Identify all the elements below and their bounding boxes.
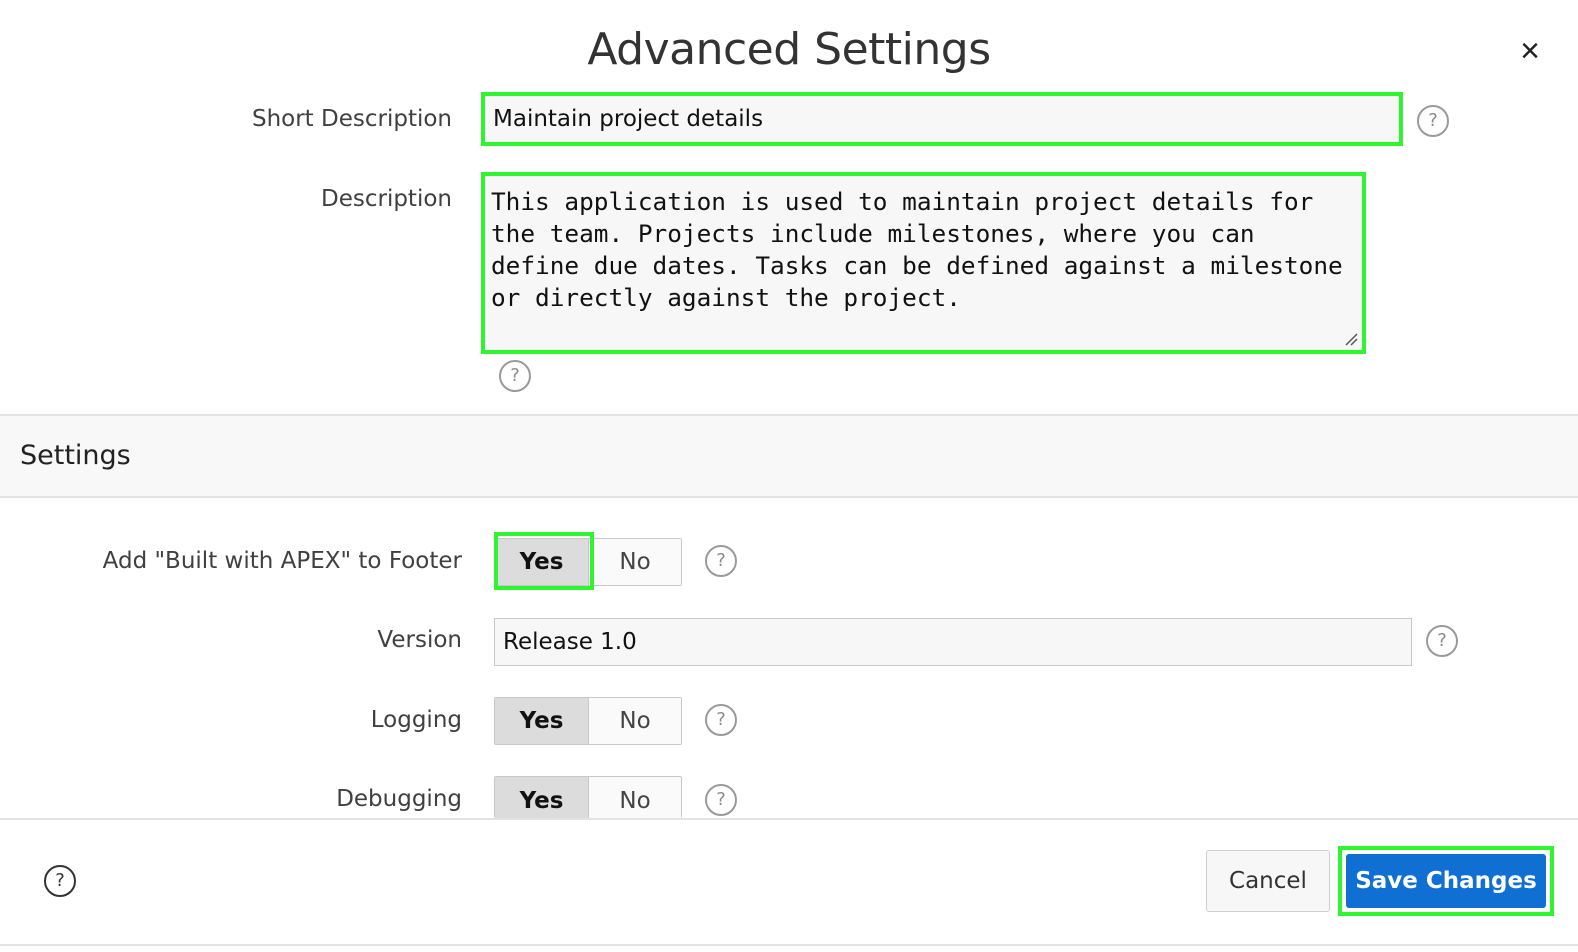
version-input[interactable] <box>494 618 1412 666</box>
logging-label: Logging <box>370 707 462 733</box>
version-label: Version <box>377 627 462 653</box>
built-with-apex-help-icon[interactable]: ? <box>705 545 737 577</box>
bottom-border <box>0 944 1578 946</box>
logging-toggle: Yes No <box>494 697 682 745</box>
description-textarea[interactable]: This application is used to maintain pro… <box>485 176 1362 350</box>
version-help-icon[interactable]: ? <box>1426 625 1458 657</box>
save-changes-button[interactable]: Save Changes <box>1346 854 1546 908</box>
footer-divider <box>0 818 1578 820</box>
built-with-apex-label: Add "Built with APEX" to Footer <box>102 548 462 574</box>
description-help-icon[interactable]: ? <box>499 360 531 392</box>
description-highlight: This application is used to maintain pro… <box>481 172 1366 354</box>
resize-grip-icon[interactable] <box>1344 332 1358 346</box>
debugging-yes-option[interactable]: Yes <box>495 777 589 818</box>
built-with-apex-no-option[interactable]: No <box>589 539 681 585</box>
advanced-settings-dialog: Advanced Settings × Short Description ? … <box>0 0 1578 952</box>
debugging-toggle: Yes No <box>494 776 682 818</box>
debugging-label: Debugging <box>336 786 462 812</box>
cancel-button[interactable]: Cancel <box>1206 850 1330 912</box>
short-description-help-icon[interactable]: ? <box>1417 105 1449 137</box>
save-changes-highlight: Save Changes <box>1338 846 1554 916</box>
logging-yes-option[interactable]: Yes <box>495 698 589 744</box>
debugging-help-icon[interactable]: ? <box>705 784 737 816</box>
built-with-apex-toggle: Yes No <box>494 538 682 586</box>
logging-no-option[interactable]: No <box>589 698 681 744</box>
settings-section-header: Settings <box>0 414 1578 498</box>
dialog-help-icon[interactable]: ? <box>44 865 76 897</box>
logging-help-icon[interactable]: ? <box>705 704 737 736</box>
close-icon[interactable]: × <box>1512 34 1548 70</box>
description-label: Description <box>321 186 452 212</box>
dialog-title: Advanced Settings <box>587 24 991 75</box>
settings-section-title: Settings <box>20 440 131 471</box>
short-description-input[interactable] <box>485 96 1399 142</box>
short-description-label: Short Description <box>251 106 452 132</box>
debugging-no-option[interactable]: No <box>589 777 681 818</box>
short-description-highlight <box>481 92 1403 146</box>
built-with-apex-yes-option[interactable]: Yes <box>495 539 589 585</box>
